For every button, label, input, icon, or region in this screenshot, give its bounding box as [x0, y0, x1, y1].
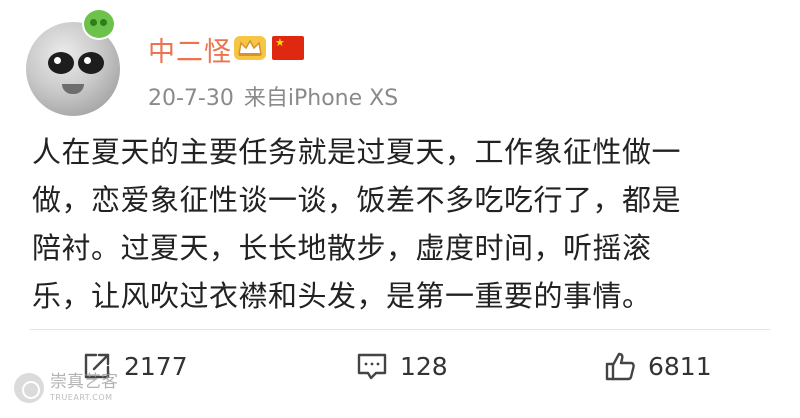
weibo-post-card: 中二怪 ★ 20-7-30 来自iPhone XS 人在夏天的主要任务就是过夏天，… [0, 0, 800, 418]
avatar-eye-right [78, 52, 104, 74]
crown-icon[interactable] [234, 36, 266, 60]
avatar-eye-left [48, 52, 74, 74]
comment-button[interactable]: 128 [356, 346, 448, 386]
thumbs-up-icon [604, 350, 636, 382]
comment-count: 128 [400, 351, 448, 381]
watermark-text: 崇真艺客 TRUEART.COM [50, 374, 118, 402]
watermark: 崇真艺客 TRUEART.COM [14, 368, 118, 408]
like-count: 6811 [648, 351, 712, 381]
post-line: 陪衬。过夏天，长长地散步，虚度时间，听摇滚 [32, 231, 652, 265]
china-flag-icon: ★ [272, 36, 304, 60]
post-line: 人在夏天的主要任务就是过夏天，工作象征性做一 [32, 135, 682, 169]
post-body: 人在夏天的主要任务就是过夏天，工作象征性做一 做，恋爱象征性谈一谈，饭差不多吃吃… [32, 128, 772, 320]
post-meta: 20-7-30 来自iPhone XS [148, 80, 398, 112]
username[interactable]: 中二怪 [148, 30, 232, 69]
green-blob-icon [82, 8, 116, 40]
comment-icon [356, 351, 388, 381]
like-button[interactable]: 6811 [604, 346, 712, 386]
watermark-logo-icon [14, 373, 44, 403]
post-line: 乐，让风吹过衣襟和头发，是第一重要的事情。 [32, 279, 652, 313]
post-timestamp: 20-7-30 [148, 86, 234, 111]
avatar-mouth [62, 84, 84, 94]
watermark-name: 崇真艺客 [50, 372, 118, 392]
watermark-url: TRUEART.COM [50, 393, 113, 402]
post-line: 做，恋爱象征性谈一谈，饭差不多吃吃行了，都是 [32, 183, 682, 217]
repost-count: 2177 [124, 351, 188, 381]
flag-star-icon: ★ [275, 36, 285, 49]
divider [30, 329, 770, 330]
post-source: 来自iPhone XS [243, 86, 399, 111]
